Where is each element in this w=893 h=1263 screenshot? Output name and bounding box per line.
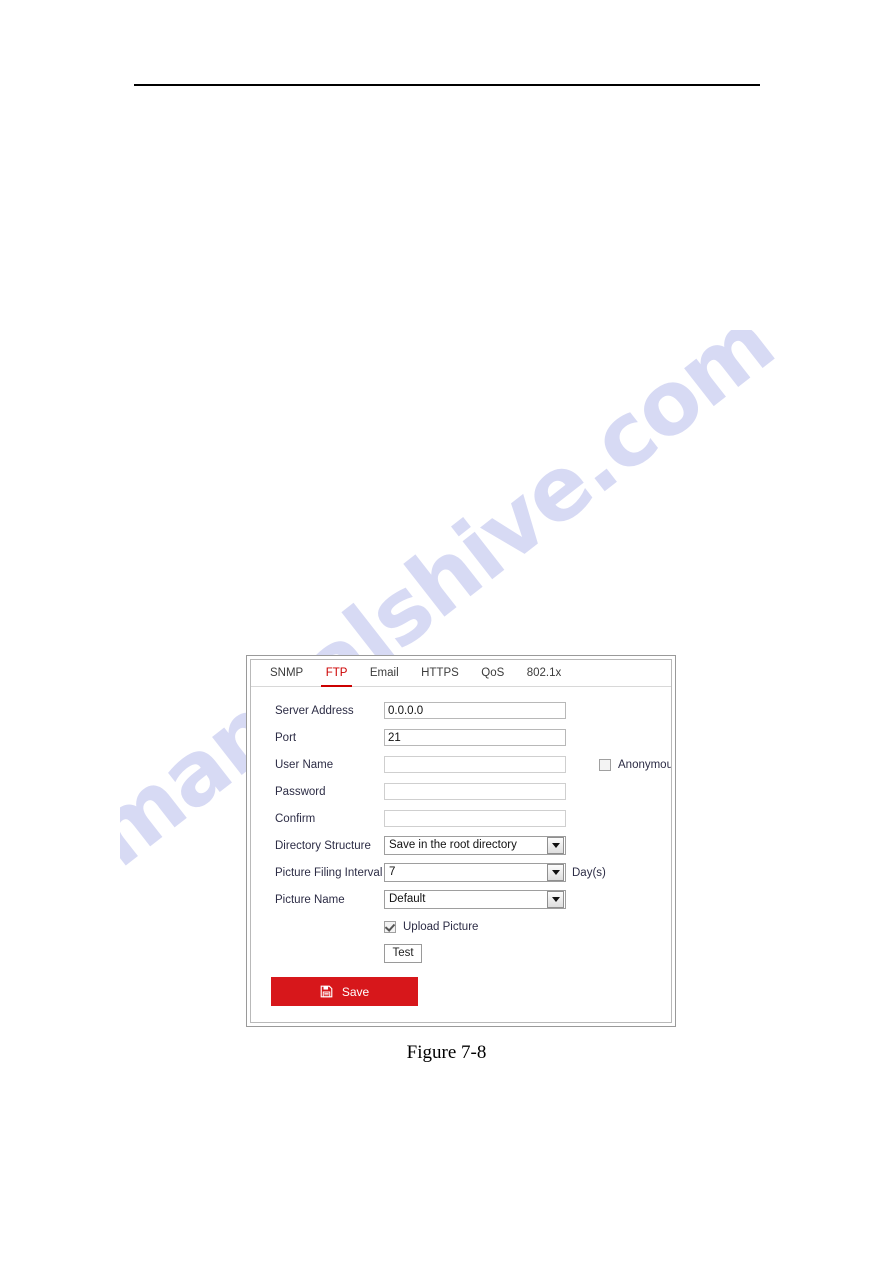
save-button[interactable]: Save [271, 977, 418, 1006]
ftp-form: Server Address Port User Name [251, 687, 671, 967]
directory-structure-select[interactable]: Save in the root directory [384, 836, 566, 855]
upload-picture-label: Upload Picture [403, 920, 479, 933]
confirm-control [384, 810, 566, 827]
document-page: manualshive.com SNMP FTP Email HTTPS QoS… [0, 0, 893, 1263]
picture-filing-interval-value: 7 [389, 866, 396, 878]
password-control [384, 783, 566, 800]
save-button-label: Save [341, 984, 370, 999]
settings-tab-bar: SNMP FTP Email HTTPS QoS 802.1x [251, 660, 671, 687]
picture-filing-interval-control: 7 Day(s) [384, 863, 606, 882]
directory-structure-value: Save in the root directory [389, 839, 517, 851]
chevron-down-icon[interactable] [547, 891, 564, 908]
user-name-input[interactable] [384, 756, 566, 773]
row-picture-filing-interval: Picture Filing Interval 7 Day(s) [251, 859, 671, 886]
tab-802-1x[interactable]: 802.1x [518, 660, 571, 686]
server-address-label: Server Address [275, 704, 354, 717]
picture-filing-interval-unit: Day(s) [572, 866, 606, 879]
port-label: Port [275, 731, 297, 744]
picture-name-control: Default [384, 890, 566, 909]
figure-caption: Figure 7-8 [406, 1042, 487, 1063]
row-server-address: Server Address [251, 697, 671, 724]
directory-structure-control: Save in the root directory [384, 836, 566, 855]
ftp-settings-panel: SNMP FTP Email HTTPS QoS 802.1x Server A… [246, 655, 676, 1027]
tab-https[interactable]: HTTPS [412, 660, 468, 686]
port-control [384, 729, 566, 746]
password-input[interactable] [384, 783, 566, 800]
test-button[interactable]: Test [384, 944, 422, 963]
anonymous-checkbox-group[interactable]: Anonymous [599, 758, 671, 771]
row-port: Port [251, 724, 671, 751]
picture-name-label: Picture Name [275, 893, 345, 906]
anonymous-label: Anonymous [618, 758, 671, 771]
tab-ftp[interactable]: FTP [317, 660, 357, 687]
password-label: Password [275, 785, 326, 798]
row-password: Password [251, 778, 671, 805]
directory-structure-label: Directory Structure [275, 839, 371, 852]
user-name-control [384, 756, 566, 773]
port-input[interactable] [384, 729, 566, 746]
row-upload-picture: Upload Picture [251, 913, 671, 940]
row-user-name: User Name Anonymous [251, 751, 671, 778]
page-header-rule [134, 84, 760, 86]
tab-qos[interactable]: QoS [472, 660, 513, 686]
chevron-down-icon[interactable] [547, 837, 564, 854]
upload-picture-checkbox-group[interactable]: Upload Picture [384, 920, 479, 933]
confirm-label: Confirm [275, 812, 316, 825]
row-test: Test [251, 940, 671, 967]
upload-picture-checkbox[interactable] [384, 920, 396, 933]
server-address-control [384, 702, 566, 719]
row-picture-name: Picture Name Default [251, 886, 671, 913]
picture-name-select[interactable]: Default [384, 890, 566, 909]
picture-filing-interval-select[interactable]: 7 [384, 863, 566, 882]
picture-name-value: Default [389, 893, 426, 905]
ftp-settings-panel-inner: SNMP FTP Email HTTPS QoS 802.1x Server A… [250, 659, 672, 1023]
picture-filing-interval-label: Picture Filing Interval [275, 866, 383, 879]
tab-email[interactable]: Email [361, 660, 408, 686]
confirm-input[interactable] [384, 810, 566, 827]
row-directory-structure: Directory Structure Save in the root dir… [251, 832, 671, 859]
anonymous-checkbox[interactable] [599, 758, 611, 771]
user-name-label: User Name [275, 758, 334, 771]
chevron-down-icon[interactable] [547, 864, 564, 881]
save-floppy-icon [320, 985, 333, 998]
row-confirm: Confirm [251, 805, 671, 832]
tab-snmp[interactable]: SNMP [261, 660, 312, 686]
server-address-input[interactable] [384, 702, 566, 719]
